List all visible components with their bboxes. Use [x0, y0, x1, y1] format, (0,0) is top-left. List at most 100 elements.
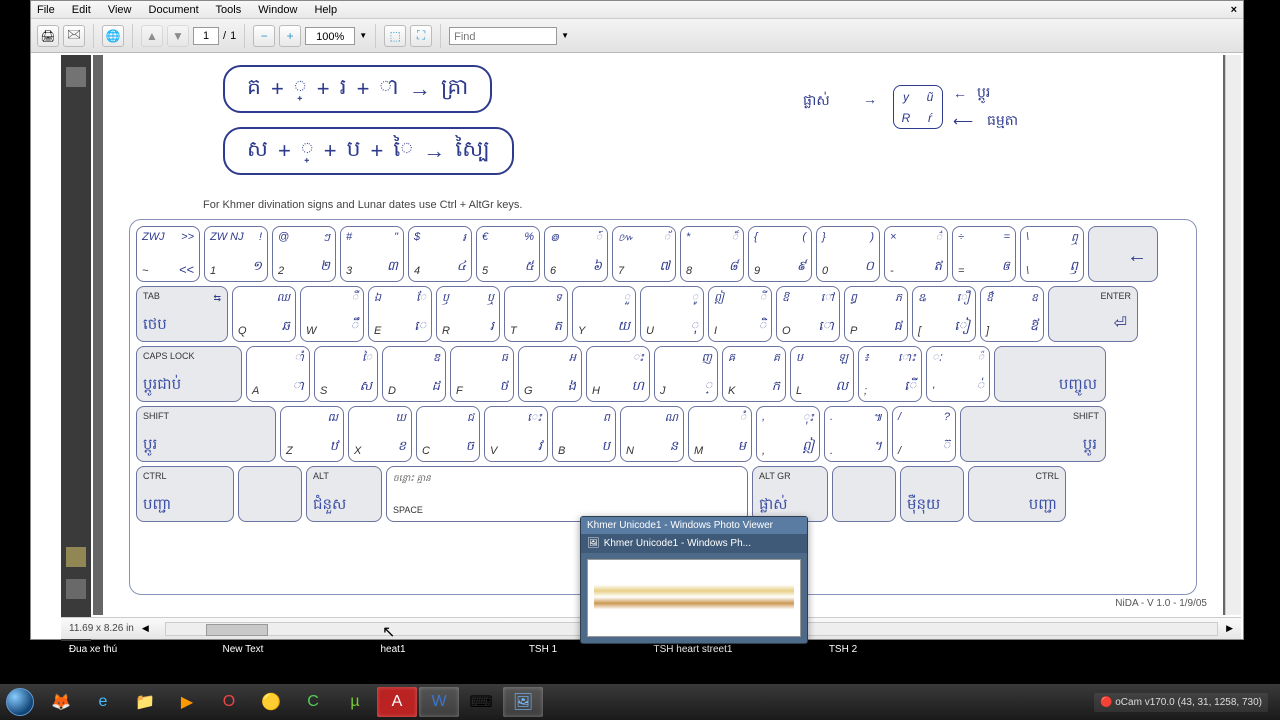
separator: [244, 24, 245, 48]
tray-ocam[interactable]: 🔴 oCam v170.0 (43, 31, 1258, 730): [1094, 693, 1268, 712]
desktop-icon[interactable]: New Text: [198, 644, 288, 684]
key: ណNន: [620, 406, 684, 462]
key-shift-right: SHIFTប្ដូរ: [960, 406, 1106, 462]
taskbar-firefox-icon[interactable]: 🦊: [41, 687, 81, 717]
key: ឃXខ: [348, 406, 412, 462]
key: $៛4៤: [408, 226, 472, 282]
key: ,ុះ,ឦ: [756, 406, 820, 462]
page-up-button[interactable]: ▲: [141, 25, 163, 47]
system-tray: 🔴 oCam v170.0 (43, 31, 1258, 730): [1086, 693, 1280, 712]
preview-tooltip: Khmer Unicode1 - Windows Photo Viewer: [581, 517, 807, 534]
separator: [132, 24, 133, 48]
key: ឺWឹ: [300, 286, 364, 342]
hint-text: For Khmer divination signs and Lunar dat…: [203, 199, 522, 211]
key-alt: ALTជំនួស: [306, 466, 382, 522]
scroll-left-icon[interactable]: ◀: [142, 623, 149, 634]
key-backspace: ←: [1088, 226, 1158, 282]
taskbar-explorer-icon[interactable]: 📁: [125, 687, 165, 717]
print-button[interactable]: 🖨: [37, 25, 59, 47]
key: ឫឬRរ: [436, 286, 500, 342]
menu-window[interactable]: Window: [258, 4, 297, 16]
zoom-in-button[interactable]: +: [279, 25, 301, 47]
menu-help[interactable]: Help: [314, 4, 337, 16]
taskbar-chrome-icon[interactable]: 🟡: [251, 687, 291, 717]
key: ឍZឋ: [280, 406, 344, 462]
mouse-cursor-icon: ↖: [382, 622, 395, 642]
taskbar-adobe-reader-icon[interactable]: A: [377, 687, 417, 717]
key: ឈQឆ: [232, 286, 296, 342]
taskbar-word-icon[interactable]: W: [419, 687, 459, 717]
desktop-icon[interactable]: TSH heart street1: [648, 644, 738, 684]
key: ៚័7៧: [612, 226, 676, 282]
key-space: ចន្លោះ គ្មានSPACE: [386, 466, 748, 522]
attachments-panel-icon[interactable]: [66, 579, 86, 599]
desktop-icon[interactable]: Đua xe thú: [48, 644, 138, 684]
comments-panel-icon[interactable]: [66, 547, 86, 567]
key: .៕.។: [824, 406, 888, 462]
key-altgr: ALT GRផ្លាស់: [752, 466, 828, 522]
key: *៏8៨: [680, 226, 744, 282]
key-tab: TABថេប⇆: [136, 286, 228, 342]
example-row-2: ស+◌្+ប+◌ៃ→ស្បៃ: [223, 127, 514, 175]
taskbar-utorrent-icon[interactable]: µ: [335, 687, 375, 717]
key: ៖ោះ;ើ: [858, 346, 922, 402]
start-button[interactable]: [0, 684, 40, 720]
taskbar-preview[interactable]: Khmer Unicode1 - Windows Photo Viewer 🖼K…: [580, 516, 808, 644]
window-close-icon[interactable]: ×: [1231, 1, 1237, 19]
menu-view[interactable]: View: [108, 4, 132, 16]
pages-panel-icon[interactable]: [66, 67, 86, 87]
key-enter: ENTER⏎: [1048, 286, 1138, 342]
fit-page-button[interactable]: ⬚: [384, 25, 406, 47]
desktop-icon[interactable]: TSH 2: [798, 644, 888, 684]
page-total: 1: [230, 30, 236, 42]
key: ឝគKក: [722, 346, 786, 402]
key: ឱៅOោ: [776, 286, 840, 342]
email-button[interactable]: 🖂: [63, 25, 85, 47]
menu-document[interactable]: Document: [149, 4, 199, 16]
taskbar-ie-icon[interactable]: e: [83, 687, 123, 717]
key: €%5៥: [476, 226, 540, 282]
key: })0០: [816, 226, 880, 282]
taskbar-photoviewer-icon[interactable]: 🖼: [503, 687, 543, 717]
key: ឌDដ: [382, 346, 446, 402]
key: ញJ្: [654, 346, 718, 402]
key: ZW NJ!1១: [204, 226, 268, 282]
menu-tools[interactable]: Tools: [216, 4, 242, 16]
scroll-right-icon[interactable]: ▶: [1226, 623, 1233, 634]
key-ctrl-left: CTRLបញ្ជា: [136, 466, 234, 522]
find-input[interactable]: Find: [449, 27, 557, 45]
desktop-icon[interactable]: heat1: [348, 644, 438, 684]
key: ឦីIិ: [708, 286, 772, 342]
key-win-right: [832, 466, 896, 522]
zoom-out-button[interactable]: −: [253, 25, 275, 47]
vertical-scrollbar[interactable]: [1225, 55, 1241, 615]
zoom-dropdown-icon[interactable]: ▼: [359, 31, 367, 40]
key: ួYយ: [572, 286, 636, 342]
menu-file[interactable]: File: [37, 4, 55, 16]
taskbar-opera-icon[interactable]: O: [209, 687, 249, 717]
annot-left-label: ផ្លាស់: [803, 91, 830, 112]
key: ឩឿ[ៀ: [912, 286, 976, 342]
key-enter-body: បញ្ចូល: [994, 346, 1106, 402]
fit-width-button[interactable]: ⛶: [410, 25, 432, 47]
collab-button[interactable]: 🌐: [102, 25, 124, 47]
taskbar-unikey-icon[interactable]: ⌨: [461, 687, 501, 717]
menu-edit[interactable]: Edit: [72, 4, 91, 16]
find-dropdown-icon[interactable]: ▼: [561, 31, 569, 40]
key: ×៌-ឥ: [884, 226, 948, 282]
separator: [440, 24, 441, 48]
page-down-button[interactable]: ▼: [167, 25, 189, 47]
desktop-icon[interactable]: TSH 1: [498, 644, 588, 684]
taskbar-mediaplayer-icon[interactable]: ▶: [167, 687, 207, 717]
key: ូUុ: [640, 286, 704, 342]
key: ៃSស: [314, 346, 378, 402]
key: ទTត: [504, 286, 568, 342]
key: ជCច: [416, 406, 480, 462]
taskbar-coccoc-icon[interactable]: C: [293, 687, 333, 717]
preview-thumbnail[interactable]: [587, 559, 801, 637]
preview-tab[interactable]: 🖼Khmer Unicode1 - Windows Ph...: [581, 534, 807, 553]
page-number-input[interactable]: [193, 27, 219, 45]
key: អGង: [518, 346, 582, 402]
ocam-icon: 🔴: [1100, 697, 1112, 708]
zoom-level[interactable]: 100%: [305, 27, 355, 45]
